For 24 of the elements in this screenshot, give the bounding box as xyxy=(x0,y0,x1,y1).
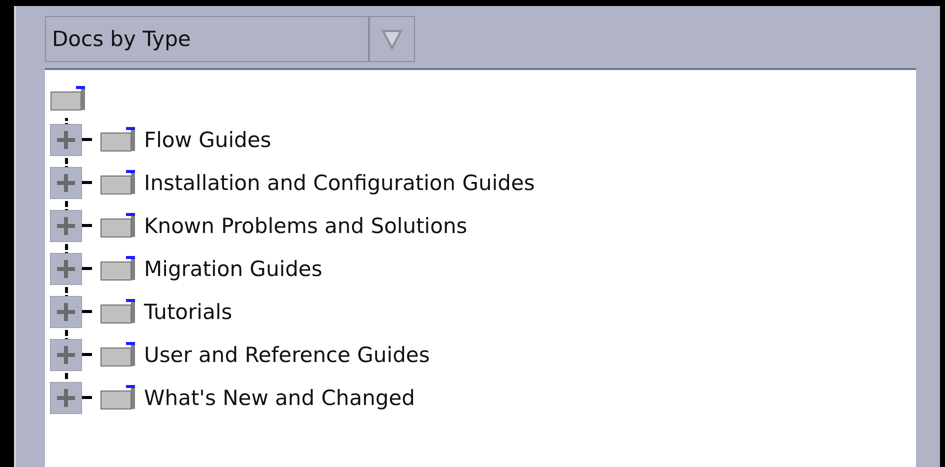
expand-toggle-icon[interactable] xyxy=(50,124,82,156)
expand-toggle-icon[interactable] xyxy=(50,382,82,414)
tree-item[interactable]: User and Reference Guides xyxy=(144,342,430,366)
folder-icon xyxy=(100,212,136,240)
expand-toggle-icon[interactable] xyxy=(50,252,82,284)
tree-item[interactable]: Tutorials xyxy=(144,300,232,324)
folder-icon xyxy=(100,168,136,196)
tree-item[interactable]: Migration Guides xyxy=(144,256,322,280)
expand-toggle-icon[interactable] xyxy=(50,296,82,328)
folder-icon xyxy=(100,340,136,368)
tree-item[interactable]: Flow Guides xyxy=(144,128,272,152)
expand-toggle-icon[interactable] xyxy=(50,338,82,370)
expand-toggle-icon[interactable] xyxy=(50,210,82,242)
folder-icon xyxy=(100,298,136,326)
view-dropdown[interactable]: Docs by Type xyxy=(45,16,415,62)
folder-icon xyxy=(50,85,86,113)
tree-item[interactable]: Known Problems and Solutions xyxy=(144,214,468,238)
folder-icon xyxy=(100,254,136,282)
tree-item[interactable]: What's New and Changed xyxy=(144,386,415,410)
folder-icon xyxy=(100,126,136,154)
tree-item[interactable]: Installation and Configuration Guides xyxy=(144,170,535,194)
dropdown-arrow-icon xyxy=(381,28,403,50)
folder-icon xyxy=(100,384,136,412)
expand-toggle-icon[interactable] xyxy=(50,166,82,198)
